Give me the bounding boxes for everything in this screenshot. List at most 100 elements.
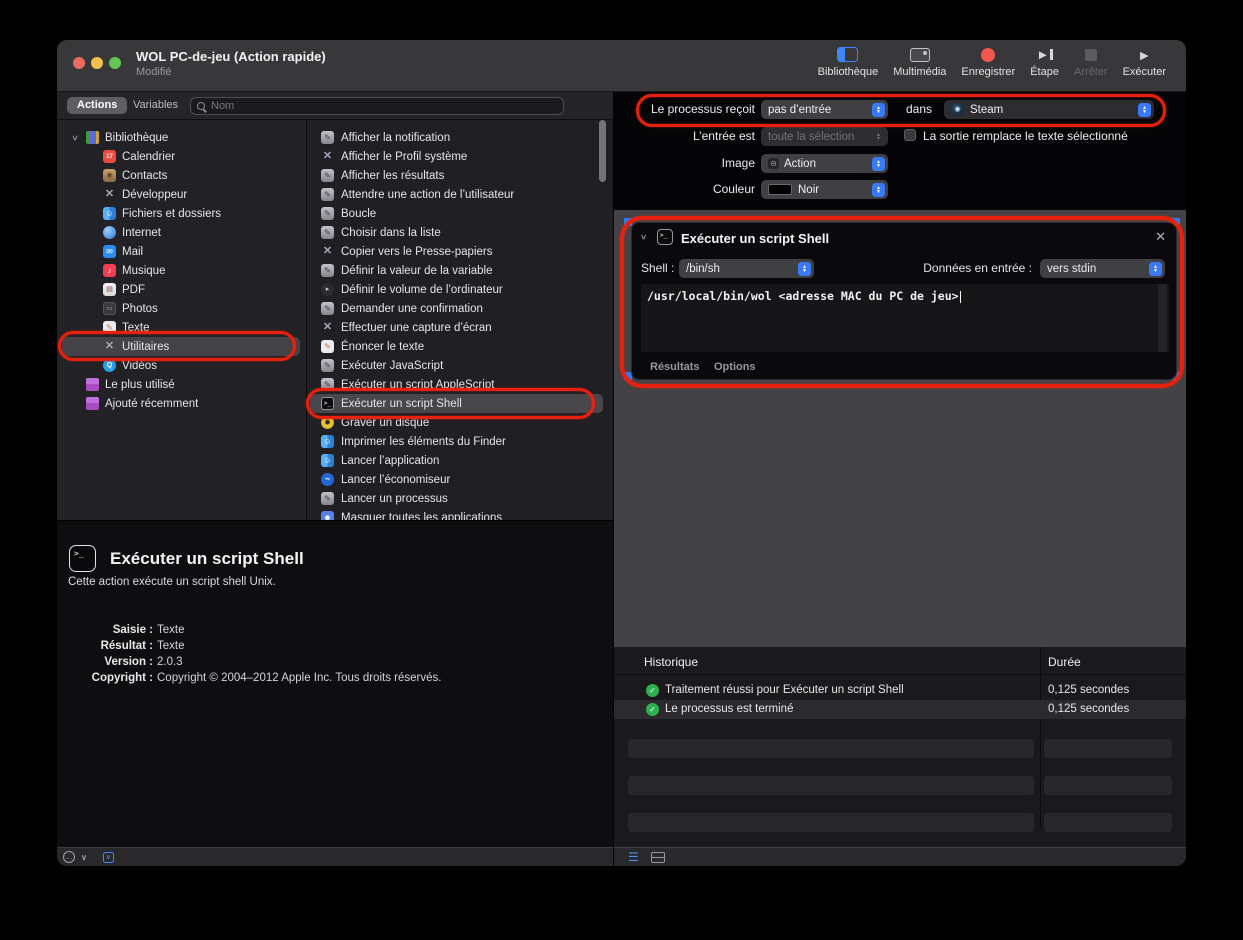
speaker-icon	[321, 283, 334, 296]
sidebar-item-utilitaires[interactable]: > Utilitaires	[57, 337, 306, 356]
action-list-item-copier-vers-le-presse-papiers[interactable]: Copier vers le Presse-papiers	[307, 242, 613, 261]
sidebar-item-pdf[interactable]: > PDF	[57, 280, 306, 299]
application-dropdown[interactable]: Steam ▲▼	[944, 100, 1154, 119]
sidebar-item-d-veloppeur[interactable]: > Développeur	[57, 185, 306, 204]
sidebar-item-vid-os[interactable]: > Vidéos	[57, 356, 306, 375]
sidebar-item-mail[interactable]: > Mail	[57, 242, 306, 261]
run-icon: ►	[1137, 47, 1151, 63]
output-replaces-checkbox[interactable]	[904, 129, 916, 141]
sidebar-item-contacts[interactable]: > Contacts	[57, 166, 306, 185]
action-list-item-d-finir-le-volume-de-l-ordinat[interactable]: Définir le volume de l’ordinateur	[307, 280, 613, 299]
action-list-item-ex-cuter-un-script-shell[interactable]: Exécuter un script Shell	[307, 394, 613, 413]
history-header: Historique	[644, 655, 698, 669]
step-toolbar-button[interactable]: ► Étape	[1030, 46, 1059, 78]
sidebar-item-biblioth-que[interactable]: > Bibliothèque	[57, 128, 306, 147]
action-list-item-afficher-les-r-sultats[interactable]: Afficher les résultats	[307, 166, 613, 185]
history-row[interactable]: ✓ Le processus est terminé 0,125 seconde…	[614, 700, 1186, 719]
action-list-item-imprimer-les-l-ments-du-finder[interactable]: Imprimer les éléments du Finder	[307, 432, 613, 451]
action-list-item-afficher-le-profil-syst-me[interactable]: Afficher le Profil système	[307, 147, 613, 166]
sidebar-item-photos[interactable]: > Photos	[57, 299, 306, 318]
sidebar-item-fichiers-et-dossiers[interactable]: > Fichiers et dossiers	[57, 204, 306, 223]
actions-list-scrollbar[interactable]	[599, 120, 606, 182]
input-data-dropdown[interactable]: vers stdin ▲▼	[1040, 259, 1165, 278]
xtools-icon	[321, 321, 334, 334]
shell-script-editor[interactable]: /usr/local/bin/wol <adresse MAC du PC de…	[640, 283, 1170, 353]
sidebar-item-texte[interactable]: > Texte	[57, 318, 306, 337]
log-view-icon[interactable]: ☰	[628, 851, 639, 863]
run-toolbar-button[interactable]: ► Exécuter	[1123, 46, 1166, 78]
action-list-item-attendre-une-action-de-l-utili[interactable]: Attendre une action de l’utilisateur	[307, 185, 613, 204]
screenshot-stage: WOL PC-de-jeu (Action rapide) Modifié Bi…	[0, 0, 1243, 940]
history-column-divider[interactable]	[1040, 647, 1041, 828]
action-item-label: Exécuter JavaScript	[341, 360, 443, 372]
action-item-label: Imprimer les éléments du Finder	[341, 436, 506, 448]
hide-icon	[321, 511, 334, 520]
xtools-icon	[321, 245, 334, 258]
selection-handle[interactable]	[624, 218, 632, 226]
record-toolbar-button[interactable]: Enregistrer	[961, 46, 1015, 78]
action-description-panel: >_ Exécuter un script Shell Cette action…	[57, 520, 613, 847]
action-list-item-graver-un-disque[interactable]: Graver un disque	[307, 413, 613, 432]
action-list-item-ex-cuter-un-script-applescript[interactable]: Exécuter un script AppleScript	[307, 375, 613, 394]
more-options-icon[interactable]: …	[63, 851, 75, 863]
tab-actions[interactable]: Actions	[67, 97, 127, 114]
library-toolbar-button[interactable]: Bibliothèque	[818, 46, 879, 78]
input-data-label: Données en entrée :	[860, 261, 1032, 275]
history-row[interactable]: ✓ Traitement réussi pour Exécuter un scr…	[614, 681, 1186, 700]
media-toolbar-button[interactable]: Multimédia	[893, 46, 946, 78]
close-icon[interactable]: ✕	[1155, 229, 1166, 245]
action-list-item-lancer-un-processus[interactable]: Lancer un processus	[307, 489, 613, 508]
action-list-item-noncer-le-texte[interactable]: Énoncer le texte	[307, 337, 613, 356]
image-dropdown[interactable]: ⊖ Action ▲▼	[761, 154, 888, 173]
disclosure-triangle-icon[interactable]: >	[70, 133, 80, 143]
action-list-item-afficher-la-notification[interactable]: Afficher la notification	[307, 128, 613, 147]
tab-variables[interactable]: Variables	[133, 99, 178, 111]
action-list-item-ex-cuter-javascript[interactable]: Exécuter JavaScript	[307, 356, 613, 375]
zoom-traffic-light[interactable]	[109, 57, 121, 69]
action-list-item-lancer-l-application[interactable]: Lancer l’application	[307, 451, 613, 470]
color-dropdown[interactable]: Noir ▲▼	[761, 180, 888, 199]
sidebar-item-label: Mail	[122, 246, 143, 258]
window-modified-status: Modifié	[136, 66, 326, 78]
sidebar-item-le-plus-utilis[interactable]: > Le plus utilisé	[57, 375, 306, 394]
script-scrollbar[interactable]	[1158, 284, 1167, 352]
duration-header: Durée	[1048, 655, 1081, 669]
disclosure-chevron-icon[interactable]: >	[639, 234, 649, 239]
automator-window: WOL PC-de-jeu (Action rapide) Modifié Bi…	[57, 40, 1186, 866]
sidebar-item-label: Bibliothèque	[105, 132, 168, 144]
action-list-item-lancer-l-conomiseur[interactable]: Lancer l’économiseur	[307, 470, 613, 489]
search-input[interactable]	[209, 99, 557, 113]
minimize-traffic-light[interactable]	[91, 57, 103, 69]
action-list-item-effectuer-une-capture-d-cran[interactable]: Effectuer une capture d’écran	[307, 318, 613, 337]
chevron-down-icon[interactable]: ∨	[81, 853, 87, 862]
library-tab-bar: Actions Variables	[57, 92, 613, 120]
terminal-icon: >_	[657, 229, 673, 245]
variables-view-icon[interactable]	[651, 852, 665, 863]
action-image-icon: ⊖	[768, 158, 779, 169]
input-type-dropdown[interactable]: pas d’entrée ▲▼	[761, 100, 888, 119]
action-list-item-demander-une-confirmation[interactable]: Demander une confirmation	[307, 299, 613, 318]
stepper-icon: ▲▼	[872, 103, 885, 117]
results-tab[interactable]: Résultats	[650, 361, 700, 373]
action-list-item-choisir-dans-la-liste[interactable]: Choisir dans la liste	[307, 223, 613, 242]
action-list-item-boucle[interactable]: Boucle	[307, 204, 613, 223]
finder-icon	[321, 454, 334, 467]
action-item-label: Afficher la notification	[341, 132, 450, 144]
automator-icon	[321, 264, 334, 277]
sidebar-item-musique[interactable]: > Musique	[57, 261, 306, 280]
close-traffic-light[interactable]	[73, 57, 85, 69]
shell-dropdown[interactable]: /bin/sh ▲▼	[679, 259, 814, 278]
sidebar-item-internet[interactable]: > Internet	[57, 223, 306, 242]
workflow-pane-toggle-icon[interactable]: ∨	[103, 852, 114, 863]
options-tab[interactable]: Options	[714, 361, 756, 373]
sidebar-item-label: Musique	[122, 265, 165, 277]
empty-history-row	[628, 739, 1034, 758]
sidebar-item-calendrier[interactable]: > Calendrier	[57, 147, 306, 166]
description-text: Cette action exécute un script shell Uni…	[68, 576, 276, 588]
action-list-item-d-finir-la-valeur-de-la-variab[interactable]: Définir la valeur de la variable	[307, 261, 613, 280]
action-item-label: Effectuer une capture d’écran	[341, 322, 492, 334]
folder-icon	[86, 378, 99, 391]
action-list-item-masquer-toutes-les-application[interactable]: Masquer toutes les applications	[307, 508, 613, 520]
search-field[interactable]	[190, 97, 564, 115]
sidebar-item-ajout-r-cemment[interactable]: > Ajouté récemment	[57, 394, 306, 413]
